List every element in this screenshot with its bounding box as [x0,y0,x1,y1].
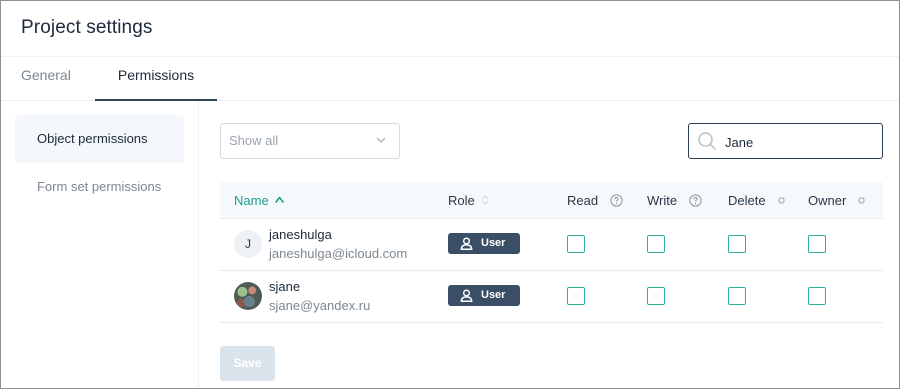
write-checkbox[interactable] [647,287,665,305]
column-header-read-label: Read [567,193,599,208]
tab-permissions[interactable]: Permissions [95,57,217,101]
write-checkbox[interactable] [647,235,665,253]
help-circle-icon[interactable] [689,194,702,207]
sidebar-item-form-set-permissions[interactable]: Form set permissions [15,163,184,211]
column-header-delete: Delete [728,193,785,208]
read-checkbox[interactable] [567,235,585,253]
column-header-role[interactable]: Role [448,193,489,208]
table-header: Name Role Read Write Delete Owner [220,182,883,219]
owner-checkbox[interactable] [808,235,826,253]
role-badge[interactable]: User [448,285,520,306]
info-dot-icon[interactable] [777,197,785,204]
user-name: sjane [269,279,301,294]
column-header-name[interactable]: Name [234,193,284,208]
role-badge-label: User [481,237,506,249]
user-name: janeshulga [269,227,332,242]
column-header-role-label: Role [448,193,475,208]
filter-select-value: Show all [229,133,279,148]
user-icon [460,237,473,250]
read-checkbox[interactable] [567,287,585,305]
sort-ascending-icon[interactable] [274,196,284,203]
column-header-owner-label: Owner [808,193,847,208]
column-header-write-label: Write [647,193,678,208]
column-header-read: Read [567,193,623,208]
search-icon [698,132,716,150]
page-header: Project settings [1,1,899,57]
user-icon [460,289,473,302]
delete-checkbox[interactable] [728,287,746,305]
sort-unsorted-icon[interactable] [481,194,489,206]
role-badge[interactable]: User [448,233,520,254]
table-row: J janeshulga janeshulga@icloud.com User [220,219,883,271]
chevron-down-icon [376,137,386,143]
column-header-owner: Owner [808,193,865,208]
sidebar-item-object-permissions[interactable]: Object permissions [15,115,184,163]
project-settings-window: Project settings General Permissions Obj… [0,0,900,389]
save-button[interactable]: Save [220,346,275,381]
avatar [234,282,262,310]
page-title: Project settings [21,17,153,38]
permissions-sidebar: Object permissions Form set permissions [1,101,199,388]
help-circle-icon[interactable] [610,194,623,207]
role-badge-label: User [481,289,506,301]
filter-select[interactable]: Show all [220,123,400,159]
search-input[interactable] [725,132,875,152]
delete-checkbox[interactable] [728,235,746,253]
user-email: janeshulga@icloud.com [269,246,408,261]
settings-tabs: General Permissions [1,57,899,101]
user-email: sjane@yandex.ru [269,298,371,313]
tab-general[interactable]: General [21,57,71,101]
owner-checkbox[interactable] [808,287,826,305]
search-box[interactable] [688,123,883,159]
table-row: sjane sjane@yandex.ru User [220,271,883,323]
info-dot-icon[interactable] [858,197,865,204]
column-header-name-label: Name [234,193,269,208]
column-header-delete-label: Delete [728,193,766,208]
avatar: J [234,230,262,258]
column-header-write: Write [647,193,702,208]
